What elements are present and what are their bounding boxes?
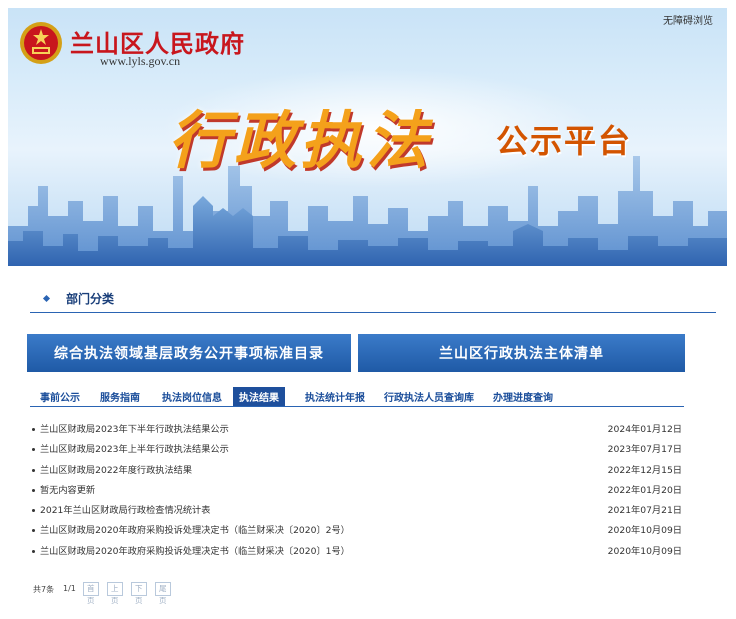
tab-pre-disclosure[interactable]: 事前公示 [34,387,86,406]
city-skyline-illustration [8,156,727,266]
department-section-header: 部门分类 [30,290,716,313]
list-item-date: 2020年10月09日 [607,545,682,557]
list-item: 兰山区财政局2023年下半年行政执法结果公示 2024年01月12日 [30,420,686,440]
tab-annual-statistics[interactable]: 执法统计年报 [299,387,371,406]
enforcement-entity-list-button[interactable]: 兰山区行政执法主体清单 [358,334,685,372]
list-item: 暂无内容更新 2022年01月20日 [30,481,686,501]
bullet-dot-icon [32,428,35,431]
tab-enforcement-positions[interactable]: 执法岗位信息 [156,387,228,406]
category-tabs: 事前公示 服务指南 执法岗位信息 执法结果 执法统计年报 行政执法人员查询库 办… [30,384,684,407]
list-item-title[interactable]: 暂无内容更新 [40,481,95,501]
section-title: 部门分类 [66,292,115,306]
list-item-title[interactable]: 兰山区财政局2023年上半年行政执法结果公示 [40,440,229,460]
tab-enforcement-results[interactable]: 执法结果 [233,387,285,406]
list-item-date: 2021年07月21日 [607,505,682,517]
list-item-title[interactable]: 2021年兰山区财政局行政检查情况统计表 [40,501,210,521]
list-item-title[interactable]: 兰山区财政局2020年政府采购投诉处理决定书（临兰财采决〔2020〕2号） [40,521,350,541]
list-item-title[interactable]: 兰山区财政局2022年度行政执法结果 [40,461,192,481]
list-item: 兰山区财政局2022年度行政执法结果 2022年12月15日 [30,461,686,481]
public-affairs-catalog-button[interactable]: 综合执法领域基层政务公开事项标准目录 [27,334,351,372]
bullet-dot-icon [32,509,35,513]
results-list: 兰山区财政局2023年下半年行政执法结果公示 2024年01月12日 兰山区财政… [30,420,686,562]
pagination-total: 共7条 [33,585,55,594]
accessibility-link[interactable]: 无障碍浏览 [663,12,713,27]
bullet-dot-icon [32,448,35,452]
bullet-dot-icon [32,529,35,533]
list-item-date: 2022年12月15日 [607,464,682,476]
site-url: www.lyls.gov.cn [100,54,181,68]
bullet-dot-icon [32,468,35,472]
national-emblem-icon [20,22,62,64]
tab-personnel-query[interactable]: 行政执法人员查询库 [378,387,480,406]
list-item-title[interactable]: 兰山区财政局2020年政府采购投诉处理决定书（临兰财采决〔2020〕1号） [40,542,350,562]
list-item-date: 2024年01月12日 [607,424,682,435]
prev-page-button[interactable]: 上页 [107,582,123,605]
list-item: 兰山区财政局2023年上半年行政执法结果公示 2023年07月17日 [30,440,686,460]
bullet-dot-icon [32,549,35,553]
diamond-bullet-icon [42,294,51,303]
list-item: 兰山区财政局2020年政府采购投诉处理决定书（临兰财采决〔2020〕1号） 20… [30,542,686,562]
list-item-date: 2023年07月17日 [607,444,682,456]
tab-service-guide[interactable]: 服务指南 [94,387,146,406]
list-item-title[interactable]: 兰山区财政局2023年下半年行政执法结果公示 [40,420,229,440]
header-banner: 无障碍浏览 兰山区人民政府 www.lyls.gov.cn 行政执法 公示平台 [8,8,727,266]
tab-progress-query[interactable]: 办理进度查询 [487,387,559,406]
list-item: 2021年兰山区财政局行政检查情况统计表 2021年07月21日 [30,501,686,521]
pagination-page: 1/1 [63,584,76,593]
list-item-date: 2020年10月09日 [607,525,682,537]
first-page-button[interactable]: 首页 [83,582,99,605]
list-item: 兰山区财政局2020年政府采购投诉处理决定书（临兰财采决〔2020〕2号） 20… [30,521,686,541]
bullet-dot-icon [32,488,35,492]
next-page-button[interactable]: 下页 [131,582,147,605]
last-page-button[interactable]: 尾页 [155,582,171,605]
list-item-date: 2022年01月20日 [607,484,682,496]
